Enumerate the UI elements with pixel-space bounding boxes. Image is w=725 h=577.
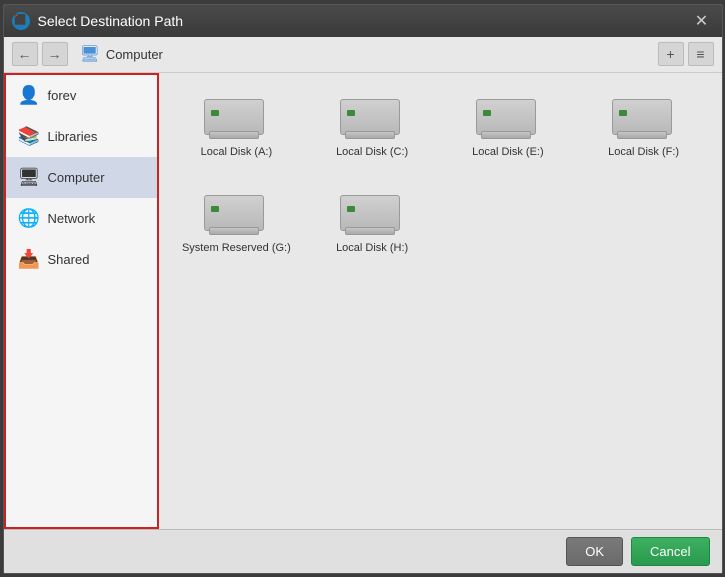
drive-body — [476, 99, 536, 135]
drive-item-drive-h[interactable]: Local Disk (H:) — [310, 185, 434, 261]
back-button[interactable]: ← — [12, 42, 38, 66]
drive-connector — [617, 131, 667, 139]
drive-icon — [204, 95, 268, 139]
drive-icon — [204, 191, 268, 235]
toolbar: ← → 🖥 Computer + ≡ — [4, 37, 722, 73]
sidebar-item-computer-label: Computer — [48, 170, 105, 185]
drive-body — [340, 99, 400, 135]
computer-sidebar-icon: 🖥 — [18, 167, 40, 188]
drive-body — [340, 195, 400, 231]
network-icon: 🌐 — [18, 208, 40, 229]
sidebar-item-shared[interactable]: 📥 Shared — [6, 239, 157, 280]
new-folder-button[interactable]: + — [658, 42, 684, 66]
file-grid: Local Disk (A:) Local Disk (C:) Local Di… — [175, 89, 706, 262]
cancel-button[interactable]: Cancel — [631, 537, 709, 566]
drive-label: Local Disk (A:) — [201, 145, 273, 159]
sidebar-item-libraries-label: Libraries — [48, 129, 98, 144]
shared-icon: 📥 — [18, 249, 40, 270]
breadcrumb: 🖥 Computer — [80, 44, 654, 64]
drive-icon — [340, 191, 404, 235]
user-icon: 👤 — [18, 85, 40, 106]
breadcrumb-text: Computer — [106, 47, 163, 62]
libraries-icon: 📚 — [18, 126, 40, 147]
toolbar-actions: + ≡ — [658, 42, 714, 66]
view-toggle-button[interactable]: ≡ — [688, 42, 714, 66]
drive-icon — [612, 95, 676, 139]
sidebar-item-computer[interactable]: 🖥 Computer — [6, 157, 157, 198]
drive-connector — [345, 131, 395, 139]
drive-body — [204, 195, 264, 231]
drive-icon — [476, 95, 540, 139]
drive-icon — [340, 95, 404, 139]
ok-button[interactable]: OK — [566, 537, 623, 566]
select-destination-dialog: ⬛ Select Destination Path ✕ ← → 🖥 Comput… — [3, 4, 723, 574]
drive-label: Local Disk (E:) — [472, 145, 544, 159]
drive-item-drive-c[interactable]: Local Disk (C:) — [310, 89, 434, 165]
drive-connector — [209, 131, 259, 139]
drive-connector — [209, 227, 259, 235]
content-area: 👤 forev 📚 Libraries 🖥 Computer 🌐 Network… — [4, 73, 722, 529]
close-button[interactable]: ✕ — [690, 9, 714, 33]
title-bar: ⬛ Select Destination Path ✕ — [4, 5, 722, 37]
sidebar-item-shared-label: Shared — [48, 252, 90, 267]
sidebar: 👤 forev 📚 Libraries 🖥 Computer 🌐 Network… — [4, 73, 159, 529]
sidebar-item-forev-label: forev — [48, 88, 77, 103]
main-content: Local Disk (A:) Local Disk (C:) Local Di… — [159, 73, 722, 529]
dialog-title: Select Destination Path — [38, 13, 690, 29]
drive-connector — [345, 227, 395, 235]
footer: OK Cancel — [4, 529, 722, 573]
drive-label: Local Disk (C:) — [336, 145, 408, 159]
drive-connector — [481, 131, 531, 139]
drive-item-drive-e[interactable]: Local Disk (E:) — [446, 89, 570, 165]
app-icon: ⬛ — [12, 12, 30, 30]
drive-body — [612, 99, 672, 135]
drive-label: Local Disk (H:) — [336, 241, 408, 255]
sidebar-item-libraries[interactable]: 📚 Libraries — [6, 116, 157, 157]
drive-body — [204, 99, 264, 135]
computer-icon: 🖥 — [80, 44, 100, 64]
drive-label: System Reserved (G:) — [182, 241, 291, 255]
sidebar-item-forev[interactable]: 👤 forev — [6, 75, 157, 116]
sidebar-item-network-label: Network — [48, 211, 96, 226]
forward-button[interactable]: → — [42, 42, 68, 66]
drive-item-drive-a[interactable]: Local Disk (A:) — [175, 89, 299, 165]
drive-item-drive-g[interactable]: System Reserved (G:) — [175, 185, 299, 261]
drive-label: Local Disk (F:) — [608, 145, 679, 159]
drive-item-drive-f[interactable]: Local Disk (F:) — [582, 89, 706, 165]
sidebar-item-network[interactable]: 🌐 Network — [6, 198, 157, 239]
